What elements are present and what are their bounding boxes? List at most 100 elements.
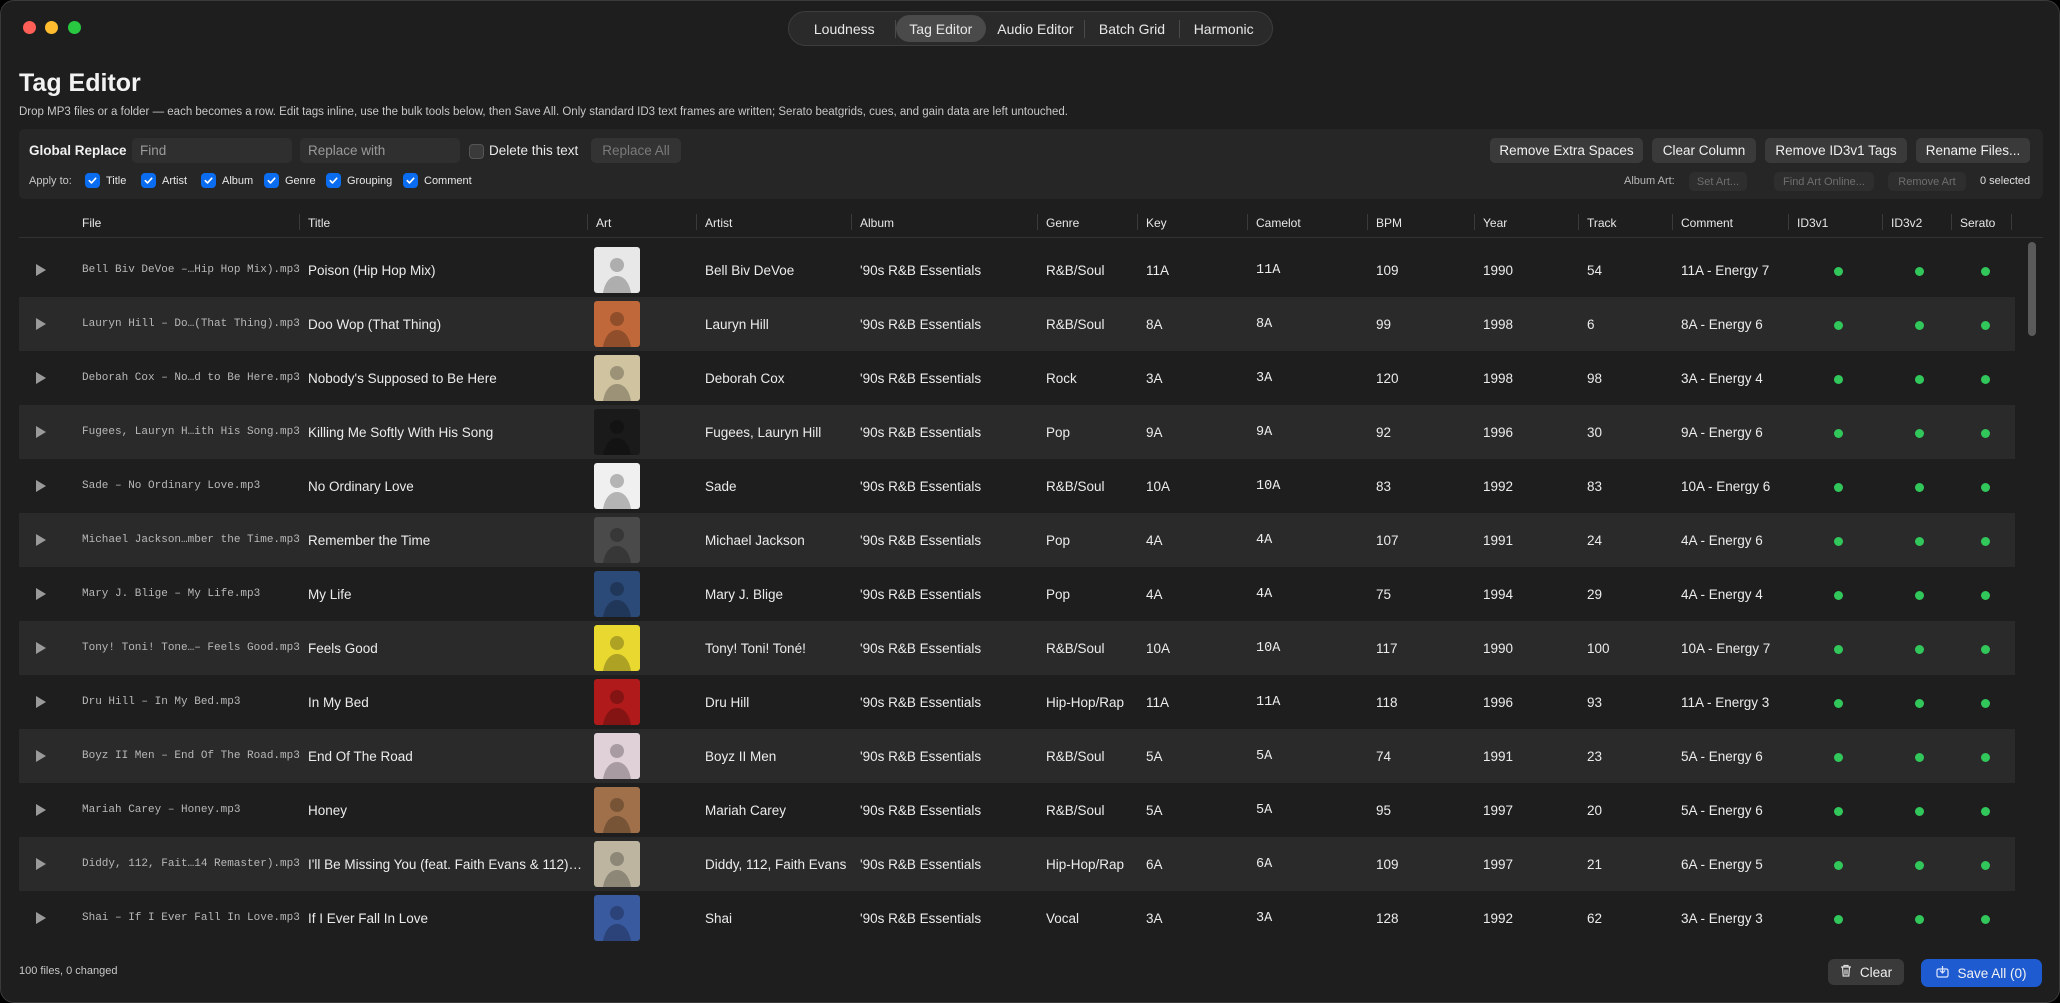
- title-cell[interactable]: My Life: [308, 567, 592, 621]
- artist-cell[interactable]: Mary J. Blige: [705, 567, 855, 621]
- year-cell[interactable]: 1992: [1483, 459, 1583, 513]
- table-row[interactable]: Tony! Toni! Tone…– Feels Good.mp3 Feels G…: [19, 621, 2015, 675]
- title-cell[interactable]: Remember the Time: [308, 513, 592, 567]
- file-cell[interactable]: Michael Jackson…mber the Time.mp3: [82, 513, 304, 567]
- column-header-track[interactable]: Track: [1587, 216, 1617, 230]
- file-cell[interactable]: Sade – No Ordinary Love.mp3: [82, 459, 304, 513]
- apply-comment-checkbox[interactable]: [403, 173, 418, 188]
- comment-cell[interactable]: 4A - Energy 6: [1681, 513, 1793, 567]
- album-art-thumbnail[interactable]: [594, 409, 640, 455]
- apply-title-checkbox[interactable]: [85, 173, 100, 188]
- genre-cell[interactable]: R&B/Soul: [1046, 243, 1142, 297]
- play-icon[interactable]: [36, 318, 46, 330]
- bpm-cell[interactable]: 92: [1376, 405, 1476, 459]
- comment-cell[interactable]: 11A - Energy 3: [1681, 675, 1793, 729]
- title-cell[interactable]: In My Bed: [308, 675, 592, 729]
- tab-tag-editor[interactable]: Tag Editor: [895, 15, 987, 42]
- album-cell[interactable]: '90s R&B Essentials: [860, 729, 1042, 783]
- rename-files-button[interactable]: Rename Files...: [1916, 138, 2030, 163]
- key-cell[interactable]: 6A: [1146, 837, 1251, 891]
- track-cell[interactable]: 83: [1587, 459, 1677, 513]
- genre-cell[interactable]: Pop: [1046, 513, 1142, 567]
- camelot-cell[interactable]: 3A: [1256, 891, 1371, 945]
- track-cell[interactable]: 24: [1587, 513, 1677, 567]
- column-header-art[interactable]: Art: [596, 216, 611, 230]
- play-icon[interactable]: [36, 750, 46, 762]
- camelot-cell[interactable]: 9A: [1256, 405, 1371, 459]
- year-cell[interactable]: 1990: [1483, 243, 1583, 297]
- album-art-thumbnail[interactable]: [594, 787, 640, 833]
- key-cell[interactable]: 4A: [1146, 567, 1251, 621]
- track-cell[interactable]: 23: [1587, 729, 1677, 783]
- key-cell[interactable]: 4A: [1146, 513, 1251, 567]
- bpm-cell[interactable]: 107: [1376, 513, 1476, 567]
- column-header-file[interactable]: File: [82, 216, 101, 230]
- play-icon[interactable]: [36, 642, 46, 654]
- album-art-thumbnail[interactable]: [594, 517, 640, 563]
- album-cell[interactable]: '90s R&B Essentials: [860, 837, 1042, 891]
- column-header-genre[interactable]: Genre: [1046, 216, 1079, 230]
- table-row[interactable]: Boyz II Men – End Of The Road.mp3 End Of …: [19, 729, 2015, 783]
- year-cell[interactable]: 1992: [1483, 891, 1583, 945]
- table-row[interactable]: Bell Biv DeVoe –…Hip Hop Mix).mp3 Poison …: [19, 243, 2015, 297]
- column-separator[interactable]: [851, 214, 852, 230]
- camelot-cell[interactable]: 5A: [1256, 729, 1371, 783]
- artist-cell[interactable]: Sade: [705, 459, 855, 513]
- artist-cell[interactable]: Michael Jackson: [705, 513, 855, 567]
- artist-cell[interactable]: Deborah Cox: [705, 351, 855, 405]
- clear-column-button[interactable]: Clear Column: [1652, 138, 1756, 163]
- tab-batch-grid[interactable]: Batch Grid: [1085, 15, 1180, 42]
- file-cell[interactable]: Boyz II Men – End Of The Road.mp3: [82, 729, 304, 783]
- vertical-scrollbar[interactable]: [2028, 242, 2036, 336]
- title-cell[interactable]: I'll Be Missing You (feat. Faith Evans &…: [308, 837, 592, 891]
- bpm-cell[interactable]: 74: [1376, 729, 1476, 783]
- artist-cell[interactable]: Bell Biv DeVoe: [705, 243, 855, 297]
- album-cell[interactable]: '90s R&B Essentials: [860, 891, 1042, 945]
- zoom-window-button[interactable]: [68, 21, 81, 34]
- column-header-year[interactable]: Year: [1483, 216, 1507, 230]
- apply-album-checkbox[interactable]: [201, 173, 216, 188]
- column-header-comment[interactable]: Comment: [1681, 216, 1733, 230]
- play-icon[interactable]: [36, 696, 46, 708]
- title-cell[interactable]: No Ordinary Love: [308, 459, 592, 513]
- column-separator[interactable]: [1037, 214, 1038, 230]
- replace-all-button[interactable]: Replace All: [591, 138, 681, 163]
- bpm-cell[interactable]: 95: [1376, 783, 1476, 837]
- play-icon[interactable]: [36, 480, 46, 492]
- find-input[interactable]: [132, 138, 292, 163]
- artist-cell[interactable]: Tony! Toni! Toné!: [705, 621, 855, 675]
- track-cell[interactable]: 6: [1587, 297, 1677, 351]
- close-window-button[interactable]: [23, 21, 36, 34]
- camelot-cell[interactable]: 4A: [1256, 567, 1371, 621]
- track-cell[interactable]: 30: [1587, 405, 1677, 459]
- bpm-cell[interactable]: 109: [1376, 837, 1476, 891]
- comment-cell[interactable]: 5A - Energy 6: [1681, 729, 1793, 783]
- apply-artist-checkbox[interactable]: [141, 173, 156, 188]
- column-separator[interactable]: [1367, 214, 1368, 230]
- bpm-cell[interactable]: 128: [1376, 891, 1476, 945]
- table-row[interactable]: Dru Hill – In My Bed.mp3 In My Bed Dru Hil…: [19, 675, 2015, 729]
- file-cell[interactable]: Dru Hill – In My Bed.mp3: [82, 675, 304, 729]
- camelot-cell[interactable]: 8A: [1256, 297, 1371, 351]
- year-cell[interactable]: 1998: [1483, 351, 1583, 405]
- album-art-thumbnail[interactable]: [594, 355, 640, 401]
- genre-cell[interactable]: Hip-Hop/Rap: [1046, 837, 1142, 891]
- key-cell[interactable]: 5A: [1146, 729, 1251, 783]
- title-cell[interactable]: Honey: [308, 783, 592, 837]
- artist-cell[interactable]: Mariah Carey: [705, 783, 855, 837]
- comment-cell[interactable]: 9A - Energy 6: [1681, 405, 1793, 459]
- play-icon[interactable]: [36, 858, 46, 870]
- file-cell[interactable]: Shai – If I Ever Fall In Love.mp3: [82, 891, 304, 945]
- column-header-artist[interactable]: Artist: [705, 216, 732, 230]
- apply-grouping-checkbox[interactable]: [326, 173, 341, 188]
- find-art-online-button[interactable]: Find Art Online...: [1774, 172, 1874, 191]
- album-art-thumbnail[interactable]: [594, 301, 640, 347]
- table-row[interactable]: Mariah Carey – Honey.mp3 Honey Mariah Care…: [19, 783, 2015, 837]
- key-cell[interactable]: 8A: [1146, 297, 1251, 351]
- column-separator[interactable]: [587, 214, 588, 230]
- comment-cell[interactable]: 6A - Energy 5: [1681, 837, 1793, 891]
- track-cell[interactable]: 100: [1587, 621, 1677, 675]
- genre-cell[interactable]: R&B/Soul: [1046, 621, 1142, 675]
- column-separator[interactable]: [299, 214, 300, 230]
- genre-cell[interactable]: Pop: [1046, 567, 1142, 621]
